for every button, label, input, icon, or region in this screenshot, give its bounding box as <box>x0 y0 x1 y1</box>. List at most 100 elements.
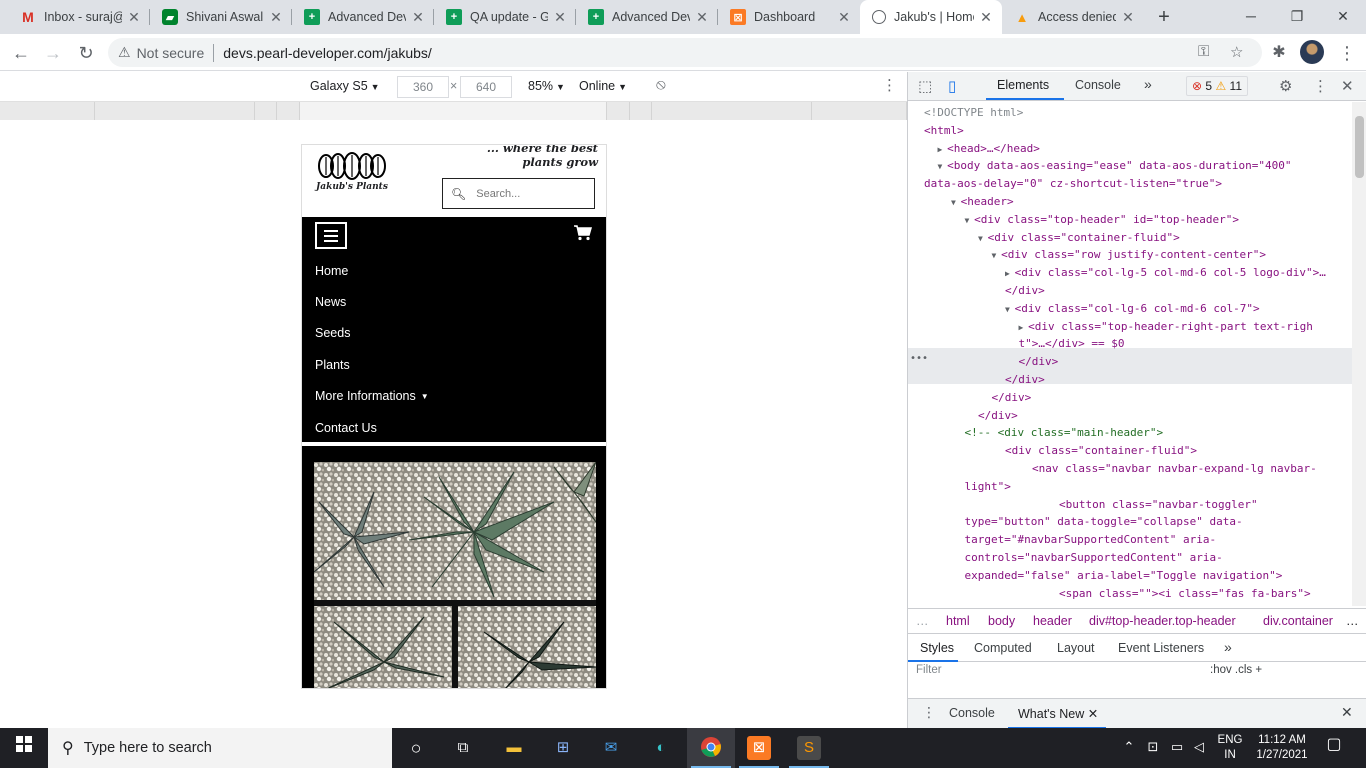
rotate-icon[interactable]: ⦸ <box>656 76 666 93</box>
drawer-menu-icon[interactable]: ⋮ <box>922 704 936 721</box>
tab-styles[interactable]: Styles <box>920 641 954 655</box>
edge-icon[interactable]: ◐ <box>649 736 673 760</box>
shopping-cart-icon[interactable] <box>574 225 592 241</box>
maximize-button[interactable]: ❐ <box>1274 0 1320 34</box>
mail-icon[interactable]: ✉ <box>599 736 623 760</box>
file-explorer-icon[interactable]: ▬ <box>502 736 526 760</box>
cortana-icon[interactable]: ○ <box>404 736 428 760</box>
close-tab-icon[interactable]: ✕ <box>1120 9 1136 26</box>
nav-plants[interactable]: Plants <box>315 358 350 372</box>
settings-gear-icon[interactable]: ⚙ <box>1279 77 1292 95</box>
drawer-tab-console[interactable]: Console <box>949 706 995 720</box>
breadcrumb-item[interactable]: div#top-header.top-header <box>1089 614 1236 628</box>
dom-line[interactable]: <span class=""><i class="fas fa-bars"> <box>1059 585 1311 604</box>
close-drawer-icon[interactable]: ✕ <box>1341 704 1353 721</box>
network-icon[interactable]: ⊡ <box>1144 728 1162 768</box>
nav-home[interactable]: Home <box>315 264 348 278</box>
dom-line[interactable]: <html> <box>924 122 964 141</box>
breadcrumb-item[interactable]: body <box>988 614 1015 628</box>
language-indicator[interactable]: ENG IN <box>1214 728 1246 768</box>
dom-line[interactable]: t">…</div> == $0 <box>1019 335 1125 354</box>
minimize-button[interactable]: ─ <box>1228 0 1274 34</box>
more-tabs-icon[interactable]: » <box>1144 76 1152 92</box>
dom-line[interactable]: ▼ <header> <box>951 193 1014 212</box>
tab-event-listeners[interactable]: Event Listeners <box>1118 641 1204 655</box>
dom-line[interactable]: <button class="navbar-toggler" <box>1059 496 1258 515</box>
tab-sheet-advanced-dev[interactable]: + Advanced Dev ✕ <box>292 0 434 34</box>
sublime-text-icon[interactable]: S <box>797 736 821 760</box>
tray-overflow-icon[interactable]: ⌃ <box>1120 728 1138 768</box>
device-height-input[interactable]: 640 <box>460 76 512 98</box>
forward-button[interactable]: → <box>40 40 66 66</box>
key-icon[interactable]: ⚿ <box>1198 43 1209 60</box>
chrome-icon[interactable] <box>699 736 723 760</box>
dom-line[interactable]: ▼ <body data-aos-easing="ease" data-aos-… <box>938 157 1292 176</box>
tab-dashboard[interactable]: ⊠ Dashboard ✕ <box>718 0 860 34</box>
device-more-icon[interactable]: ⋮ <box>882 76 897 94</box>
tab-gmail[interactable]: M Inbox - suraj@ ✕ <box>8 0 150 34</box>
close-tab-icon[interactable]: ✕ <box>268 9 284 26</box>
network-throttle-select[interactable]: Online ▼ <box>579 79 627 93</box>
dom-line[interactable]: ▼ <div class="col-lg-6 col-md-6 col-7"> <box>1005 300 1260 319</box>
tab-access-denied[interactable]: ▲ Access denied ✕ <box>1002 0 1144 34</box>
close-window-button[interactable]: ✕ <box>1320 0 1366 34</box>
dom-line[interactable]: data-aos-delay="0" cz-shortcut-listen="t… <box>924 175 1222 194</box>
tab-computed[interactable]: Computed <box>974 641 1032 655</box>
nav-contact-us[interactable]: Contact Us <box>315 421 377 435</box>
dom-line[interactable]: <div class="container-fluid"> <box>1005 442 1197 461</box>
issues-counter[interactable]: ⊗ 5 ⚠ 11 <box>1186 76 1249 96</box>
drawer-tab-whats-new[interactable]: What's New ✕ <box>1018 706 1098 721</box>
tab-console[interactable]: Console <box>1075 78 1121 92</box>
nav-more-informations[interactable]: More Informations ▼ <box>315 389 429 403</box>
dom-line[interactable]: ▼ <div class="row justify-content-center… <box>992 246 1267 265</box>
nav-news[interactable]: News <box>315 295 346 309</box>
breadcrumb-item[interactable]: html <box>946 614 970 628</box>
tab-elements[interactable]: Elements <box>997 78 1049 92</box>
tab-layout[interactable]: Layout <box>1057 641 1095 655</box>
dom-line[interactable]: type="button" data-toggle="collapse" dat… <box>965 513 1243 532</box>
dom-scrollbar[interactable] <box>1352 102 1366 606</box>
close-tab-icon[interactable]: ✕ <box>126 9 142 26</box>
security-status[interactable]: Not secure <box>137 45 205 61</box>
tab-sheet-qa-update[interactable]: + QA update - G ✕ <box>434 0 576 34</box>
dom-line[interactable]: </div> <box>1019 353 1059 372</box>
dom-line[interactable]: expanded="false" aria-label="Toggle navi… <box>965 567 1283 586</box>
breadcrumb-item[interactable]: div.container <box>1263 614 1338 628</box>
profile-avatar[interactable] <box>1300 40 1324 64</box>
dom-line[interactable]: </div> <box>978 407 1018 426</box>
dom-line[interactable]: ▶ <div class="top-header-right-part text… <box>1019 318 1313 337</box>
filter-tools[interactable]: :hov .cls + <box>1210 664 1262 676</box>
breadcrumb-item[interactable]: header <box>1033 614 1072 628</box>
back-button[interactable]: ← <box>8 40 34 66</box>
reload-button[interactable]: ↻ <box>73 40 99 66</box>
nav-seeds[interactable]: Seeds <box>315 326 350 340</box>
tab-chat[interactable]: ▰ Shivani Aswal ✕ <box>150 0 292 34</box>
media-query-ruler[interactable] <box>0 102 907 120</box>
site-search-input[interactable]: 🔍︎ Search... <box>442 178 595 209</box>
url-text[interactable]: devs.pearl-developer.com/jakubs/ <box>223 45 432 61</box>
more-style-tabs-icon[interactable]: » <box>1224 639 1232 655</box>
dom-tree[interactable]: ••• <!DOCTYPE html> <html> ▶ <head>…</head… <box>908 102 1352 606</box>
dom-line[interactable]: </div> <box>1005 282 1045 301</box>
new-tab-button[interactable]: + <box>1152 5 1176 29</box>
device-select[interactable]: Galaxy S5 ▼ <box>310 79 380 93</box>
dom-line[interactable]: <!DOCTYPE html> <box>924 104 1023 123</box>
dom-line[interactable]: target="#navbarSupportedContent" aria- <box>965 531 1217 550</box>
dom-line[interactable]: ▶ <head>…</head> <box>938 140 1040 159</box>
dom-line[interactable]: </div> <box>992 389 1032 408</box>
tab-sheet-advanced-dev-2[interactable]: + Advanced Dev ✕ <box>576 0 718 34</box>
extensions-puzzle-icon[interactable]: ✱ <box>1266 40 1292 66</box>
close-tab-icon[interactable]: ✕ <box>694 9 710 26</box>
dom-line[interactable]: <!-- <div class="main-header"> <box>965 424 1164 443</box>
dom-line[interactable]: </div> <box>1005 371 1045 390</box>
windows-start-icon[interactable] <box>12 736 36 760</box>
device-toggle-icon[interactable]: ▯ <box>948 77 956 95</box>
dom-line[interactable]: ▼ <div class="top-header" id="top-header… <box>965 211 1240 230</box>
dom-line[interactable]: light"> <box>965 478 1011 497</box>
display-icon[interactable]: ▭ <box>1168 728 1186 768</box>
xampp-icon[interactable]: ⊠ <box>747 736 771 760</box>
zoom-select[interactable]: 85% ▼ <box>528 79 565 93</box>
notifications-icon[interactable]: ▢ <box>1322 728 1346 768</box>
warning-icon[interactable]: ⚠ <box>118 44 131 61</box>
bookmark-star-icon[interactable]: ☆ <box>1230 43 1243 61</box>
